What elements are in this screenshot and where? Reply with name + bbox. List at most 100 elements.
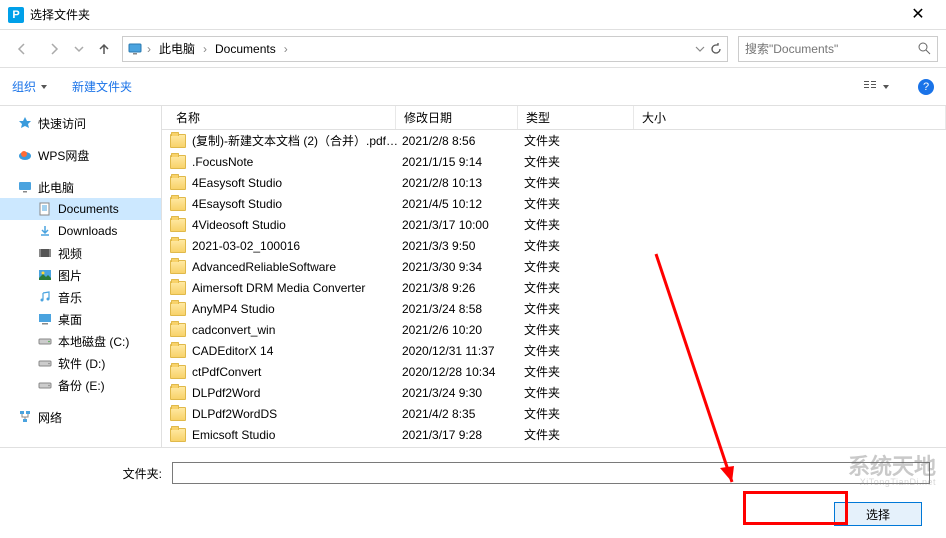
- crumb-documents[interactable]: Documents: [211, 40, 280, 58]
- table-row[interactable]: DLPdf2WordDS2021/4/2 8:35文件夹: [162, 403, 946, 424]
- folder-name-input[interactable]: [172, 462, 930, 484]
- sidebar-item-label: 视频: [58, 245, 82, 262]
- table-row[interactable]: 4Videosoft Studio2021/3/17 10:00文件夹: [162, 214, 946, 235]
- table-row[interactable]: .FocusNote2021/1/15 9:14文件夹: [162, 151, 946, 172]
- music-icon: [38, 290, 52, 304]
- file-date: 2021/1/15 9:14: [402, 155, 524, 169]
- file-date: 2021/2/8 8:56: [402, 134, 524, 148]
- star-icon: [18, 116, 32, 130]
- cloud-icon: [18, 148, 32, 162]
- sidebar-item-label: 快速访问: [38, 115, 86, 132]
- sidebar-item-desktop[interactable]: 桌面: [0, 308, 161, 330]
- sidebar-item-documents[interactable]: Documents: [0, 198, 161, 220]
- select-button[interactable]: 选择: [834, 502, 922, 526]
- file-name: CADEditorX 14: [192, 344, 402, 358]
- file-type: 文件夹: [524, 153, 640, 170]
- document-icon: [38, 202, 52, 216]
- dropdown-icon: [40, 83, 48, 91]
- file-name: 2021-03-02_100016: [192, 239, 402, 253]
- breadcrumb[interactable]: › 此电脑 › Documents ›: [122, 36, 728, 62]
- search-box[interactable]: [738, 36, 938, 62]
- folder-icon: [170, 428, 186, 442]
- up-button[interactable]: [90, 35, 118, 63]
- table-row[interactable]: ctPdfConvert2020/12/28 10:34文件夹: [162, 361, 946, 382]
- help-button[interactable]: ?: [918, 79, 934, 95]
- new-folder-button[interactable]: 新建文件夹: [72, 78, 132, 95]
- file-list[interactable]: (复制)-新建文本文档 (2)（合并）.pdf-2...2021/2/8 8:5…: [162, 130, 946, 447]
- forward-button[interactable]: [40, 35, 68, 63]
- file-type: 文件夹: [524, 300, 640, 317]
- file-date: 2021/3/30 9:34: [402, 260, 524, 274]
- file-date: 2021/2/8 10:13: [402, 176, 524, 190]
- sidebar-item-quick[interactable]: 快速访问: [0, 112, 161, 134]
- file-type: 文件夹: [524, 363, 640, 380]
- sidebar-item-localc[interactable]: 本地磁盘 (C:): [0, 330, 161, 352]
- file-name: 4Videosoft Studio: [192, 218, 402, 232]
- close-button[interactable]: ✕: [898, 0, 938, 30]
- file-type: 文件夹: [524, 384, 640, 401]
- view-icon: [864, 80, 880, 94]
- column-name[interactable]: 名称: [162, 106, 396, 129]
- table-row[interactable]: 4Easysoft Studio2021/2/8 10:13文件夹: [162, 172, 946, 193]
- refresh-icon[interactable]: [709, 42, 723, 56]
- sidebar-item-music[interactable]: 音乐: [0, 286, 161, 308]
- back-button[interactable]: [8, 35, 36, 63]
- chevron-right-icon: ›: [201, 42, 209, 56]
- footer: 文件夹: 选择: [0, 447, 946, 538]
- table-row[interactable]: 2021-03-02_1000162021/3/3 9:50文件夹: [162, 235, 946, 256]
- nav-bar: › 此电脑 › Documents ›: [0, 30, 946, 68]
- file-type: 文件夹: [524, 195, 640, 212]
- sidebar-item-thispc[interactable]: 此电脑: [0, 176, 161, 198]
- sidebar-item-softd[interactable]: 软件 (D:): [0, 352, 161, 374]
- folder-icon: [170, 302, 186, 316]
- table-row[interactable]: DLPdf2Word2021/3/24 9:30文件夹: [162, 382, 946, 403]
- column-size[interactable]: 大小: [634, 106, 946, 129]
- folder-icon: [170, 197, 186, 211]
- chevron-right-icon: ›: [282, 42, 290, 56]
- chevron-right-icon: ›: [145, 42, 153, 56]
- folder-icon: [170, 323, 186, 337]
- table-row[interactable]: AnyMP4 Studio2021/3/24 8:58文件夹: [162, 298, 946, 319]
- sidebar-item-pictures[interactable]: 图片: [0, 264, 161, 286]
- file-date: 2021/3/24 8:58: [402, 302, 524, 316]
- download-icon: [38, 224, 52, 238]
- crumb-thispc[interactable]: 此电脑: [155, 38, 199, 59]
- pc-icon: [18, 180, 32, 194]
- table-row[interactable]: (复制)-新建文本文档 (2)（合并）.pdf-2...2021/2/8 8:5…: [162, 130, 946, 151]
- folder-icon: [170, 407, 186, 421]
- file-type: 文件夹: [524, 405, 640, 422]
- table-row[interactable]: Emicsoft Studio2021/3/17 9:28文件夹: [162, 424, 946, 445]
- folder-icon: [170, 386, 186, 400]
- recent-dropdown[interactable]: [72, 35, 86, 63]
- folder-icon: [170, 176, 186, 190]
- sidebar-item-backupe[interactable]: 备份 (E:): [0, 374, 161, 396]
- table-row[interactable]: cadconvert_win2021/2/6 10:20文件夹: [162, 319, 946, 340]
- sidebar-item-network[interactable]: 网络: [0, 406, 161, 428]
- chevron-down-icon[interactable]: [695, 44, 705, 54]
- table-row[interactable]: 4Esaysoft Studio2021/4/5 10:12文件夹: [162, 193, 946, 214]
- file-name: cadconvert_win: [192, 323, 402, 337]
- search-input[interactable]: [745, 42, 918, 56]
- search-icon[interactable]: [918, 42, 931, 55]
- sidebar-item-wps[interactable]: WPS网盘: [0, 144, 161, 166]
- table-row[interactable]: AdvancedReliableSoftware2021/3/30 9:34文件…: [162, 256, 946, 277]
- toolbar: 组织 新建文件夹 ?: [0, 68, 946, 106]
- file-type: 文件夹: [524, 258, 640, 275]
- column-type[interactable]: 类型: [518, 106, 634, 129]
- file-name: AdvancedReliableSoftware: [192, 260, 402, 274]
- arrow-left-icon: [15, 42, 29, 56]
- table-row[interactable]: CADEditorX 142020/12/31 11:37文件夹: [162, 340, 946, 361]
- sidebar-item-label: 软件 (D:): [58, 355, 105, 372]
- table-row[interactable]: Aimersoft DRM Media Converter2021/3/8 9:…: [162, 277, 946, 298]
- organize-menu[interactable]: 组织: [12, 78, 36, 95]
- file-pane: 名称 修改日期 类型 大小 (复制)-新建文本文档 (2)（合并）.pdf-2.…: [162, 106, 946, 447]
- file-name: DLPdf2Word: [192, 386, 402, 400]
- file-type: 文件夹: [524, 279, 640, 296]
- chevron-down-icon: [74, 44, 84, 54]
- sidebar-item-downloads[interactable]: Downloads: [0, 220, 161, 242]
- drive-icon: [38, 378, 52, 392]
- sidebar-item-videos[interactable]: 视频: [0, 242, 161, 264]
- view-button[interactable]: [860, 76, 894, 98]
- column-date[interactable]: 修改日期: [396, 106, 518, 129]
- file-name: ctPdfConvert: [192, 365, 402, 379]
